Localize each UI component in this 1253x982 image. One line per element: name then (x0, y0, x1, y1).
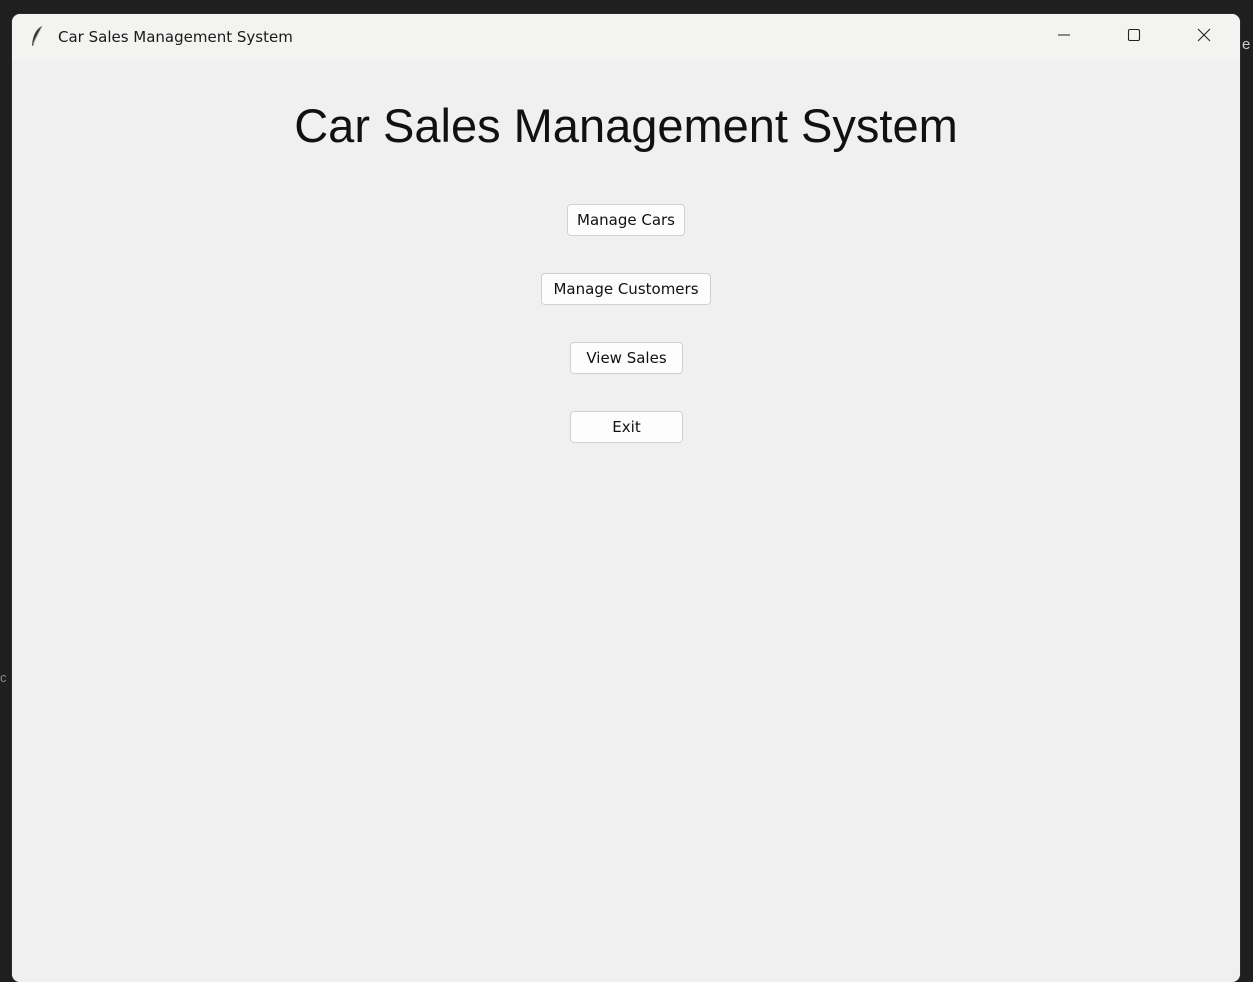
background-window-text-fragment: e (1242, 36, 1251, 53)
title-bar[interactable]: Car Sales Management System (12, 14, 1240, 60)
maximize-button[interactable] (1099, 14, 1169, 60)
window-title: Car Sales Management System (58, 28, 293, 46)
exit-button[interactable]: Exit (570, 411, 683, 443)
background-window-text-fragment-left: c (0, 670, 7, 685)
feather-icon (30, 25, 44, 47)
manage-customers-button[interactable]: Manage Customers (541, 273, 711, 305)
main-content: Car Sales Management System Manage Cars … (12, 60, 1240, 982)
close-button[interactable] (1169, 14, 1239, 60)
close-icon (1197, 28, 1211, 47)
minimize-icon (1057, 28, 1071, 47)
maximize-icon (1127, 28, 1141, 47)
app-window: Car Sales Management System Car Sales Ma… (12, 14, 1240, 982)
page-title: Car Sales Management System (294, 99, 958, 152)
manage-cars-button[interactable]: Manage Cars (567, 204, 685, 236)
minimize-button[interactable] (1029, 14, 1099, 60)
view-sales-button[interactable]: View Sales (570, 342, 683, 374)
